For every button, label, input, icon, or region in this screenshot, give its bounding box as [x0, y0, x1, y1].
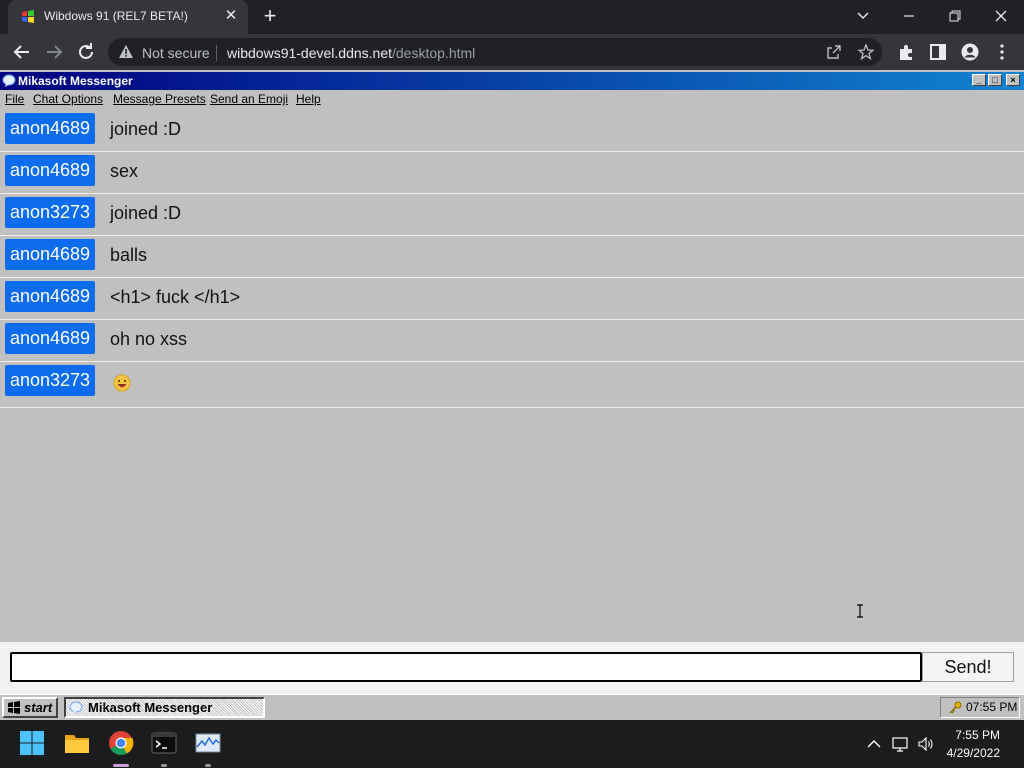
chat-message: anon4689 oh no xss [0, 320, 1024, 362]
menu-send-emoji-label: Send an Emoji [210, 92, 289, 106]
menu-message-presets[interactable]: Message Presets [113, 92, 206, 106]
chrome-icon[interactable] [108, 730, 134, 756]
windows-taskbar: 7:55 PM 4/29/2022 [0, 720, 1024, 768]
taskbar-clock-time[interactable]: 7:55 PM [940, 728, 1000, 742]
message-text: <h1> fuck </h1> [110, 287, 241, 307]
w91-start-button[interactable]: start [2, 697, 58, 718]
windows-start-icon[interactable] [19, 730, 45, 756]
chat-message: anon3273 [0, 362, 1024, 408]
menu-chat-options[interactable]: Chat Options [33, 92, 103, 106]
chrome-active-indicator [113, 764, 129, 767]
message-text: joined :D [110, 119, 182, 139]
restore-window-icon[interactable] [932, 0, 978, 32]
send-button[interactable]: Send! [922, 652, 1014, 682]
share-icon[interactable] [826, 44, 842, 60]
show-hidden-icons-chevron-icon[interactable] [865, 736, 883, 752]
close-window-icon[interactable] [978, 0, 1024, 32]
forward-icon[interactable] [42, 40, 66, 64]
w91-tray-clock: 07:55 PM [966, 700, 1018, 714]
key-icon[interactable] [948, 701, 962, 715]
address-bar[interactable]: Not secure wibdows91-devel.ddns.net/desk… [108, 38, 882, 66]
omnibox-divider [216, 45, 217, 61]
window-close-button[interactable]: × [1006, 74, 1020, 86]
reload-icon[interactable] [74, 40, 98, 64]
wibdows-favicon-icon [22, 10, 34, 23]
message-username[interactable]: anon3273 [5, 197, 95, 228]
window-title: Mikasoft Messenger [18, 74, 133, 88]
tab-title: Wibdows 91 (REL7 BETA!) [44, 9, 188, 23]
window-maximize-button[interactable]: □ [988, 74, 1002, 86]
back-icon[interactable] [10, 40, 34, 64]
w91-system-tray: 07:55 PM [940, 697, 1020, 718]
browser-toolbar: Not secure wibdows91-devel.ddns.net/desk… [0, 34, 1024, 70]
taskbar-clock-date[interactable]: 4/29/2022 [940, 746, 1000, 760]
w91-taskbar-messenger-label: Mikasoft Messenger [88, 700, 213, 715]
chat-message: anon4689 joined :D [0, 110, 1024, 152]
messenger-window: Mikasoft Messenger _ □ × File Chat Optio… [0, 70, 1024, 694]
profile-icon[interactable] [961, 43, 979, 61]
messenger-app-icon [2, 74, 16, 87]
message-compose-bar: Send! [0, 642, 1024, 694]
grinning-face-emoji-icon [113, 374, 131, 392]
w91-taskbar: start Mikasoft Messenger 07:55 PM [0, 694, 1024, 720]
new-tab-icon[interactable]: + [258, 5, 282, 27]
message-input[interactable] [10, 652, 922, 682]
w91-taskbar-messenger-button[interactable]: Mikasoft Messenger [64, 697, 265, 718]
url-path: /desktop.html [392, 45, 476, 61]
volume-icon[interactable] [917, 736, 935, 752]
security-status[interactable]: Not secure [142, 45, 210, 61]
menu-chat-options-label: Chat Options [33, 92, 104, 106]
terminal-icon[interactable] [151, 730, 177, 756]
chat-message: anon4689 balls [0, 236, 1024, 278]
menu-help-label: Help [296, 92, 321, 106]
url-host: wibdows91-devel.ddns.net [227, 45, 392, 61]
bookmark-star-icon[interactable] [858, 44, 874, 60]
extensions-puzzle-icon[interactable] [897, 43, 915, 61]
message-username[interactable]: anon4689 [5, 323, 95, 354]
side-panel-icon[interactable] [929, 43, 947, 61]
menu-file-label: File [5, 92, 25, 106]
window-titlebar[interactable]: Mikasoft Messenger _ □ × [0, 72, 1024, 90]
tab-close-icon[interactable]: ✕ [222, 7, 240, 25]
menu-send-emoji[interactable]: Send an Emoji [210, 92, 288, 106]
text-cursor-icon [857, 604, 863, 618]
network-icon[interactable] [892, 736, 910, 752]
message-username[interactable]: anon4689 [5, 155, 95, 186]
message-username[interactable]: anon4689 [5, 281, 95, 312]
chat-message: anon4689 <h1> fuck </h1> [0, 278, 1024, 320]
chat-message: anon3273 joined :D [0, 194, 1024, 236]
message-text: sex [110, 161, 139, 181]
message-username[interactable]: anon4689 [5, 239, 95, 270]
browser-tab-strip: Wibdows 91 (REL7 BETA!) ✕ + [0, 0, 1024, 34]
window-minimize-button[interactable]: _ [972, 74, 986, 86]
more-menu-icon[interactable] [993, 43, 1011, 61]
message-text: balls [110, 245, 148, 265]
w91-start-label: start [24, 700, 53, 715]
message-text: joined :D [110, 203, 182, 223]
w91-start-logo-icon [8, 701, 20, 714]
message-text: oh no xss [110, 329, 188, 349]
minimize-window-icon[interactable] [886, 0, 932, 32]
task-manager-running-indicator [205, 764, 211, 767]
chat-log[interactable]: anon4689 joined :D anon4689 sex anon3273… [0, 110, 1024, 408]
menu-bar: File Chat Options Message Presets Send a… [0, 90, 1024, 108]
warning-icon[interactable] [118, 44, 134, 60]
terminal-running-indicator [161, 764, 167, 767]
file-explorer-icon[interactable] [64, 730, 90, 756]
tab-search-chevron-icon[interactable] [840, 0, 886, 32]
messenger-app-icon [69, 701, 83, 714]
menu-message-presets-label: Message Presets [113, 92, 206, 106]
menu-file[interactable]: File [5, 92, 24, 106]
url-text[interactable]: wibdows91-devel.ddns.net/desktop.html [227, 45, 475, 61]
message-username[interactable]: anon4689 [5, 113, 95, 144]
chat-message: anon4689 sex [0, 152, 1024, 194]
browser-tab[interactable]: Wibdows 91 (REL7 BETA!) ✕ [8, 0, 248, 34]
menu-help[interactable]: Help [296, 92, 321, 106]
task-manager-icon[interactable] [195, 730, 221, 756]
message-username[interactable]: anon3273 [5, 365, 95, 396]
